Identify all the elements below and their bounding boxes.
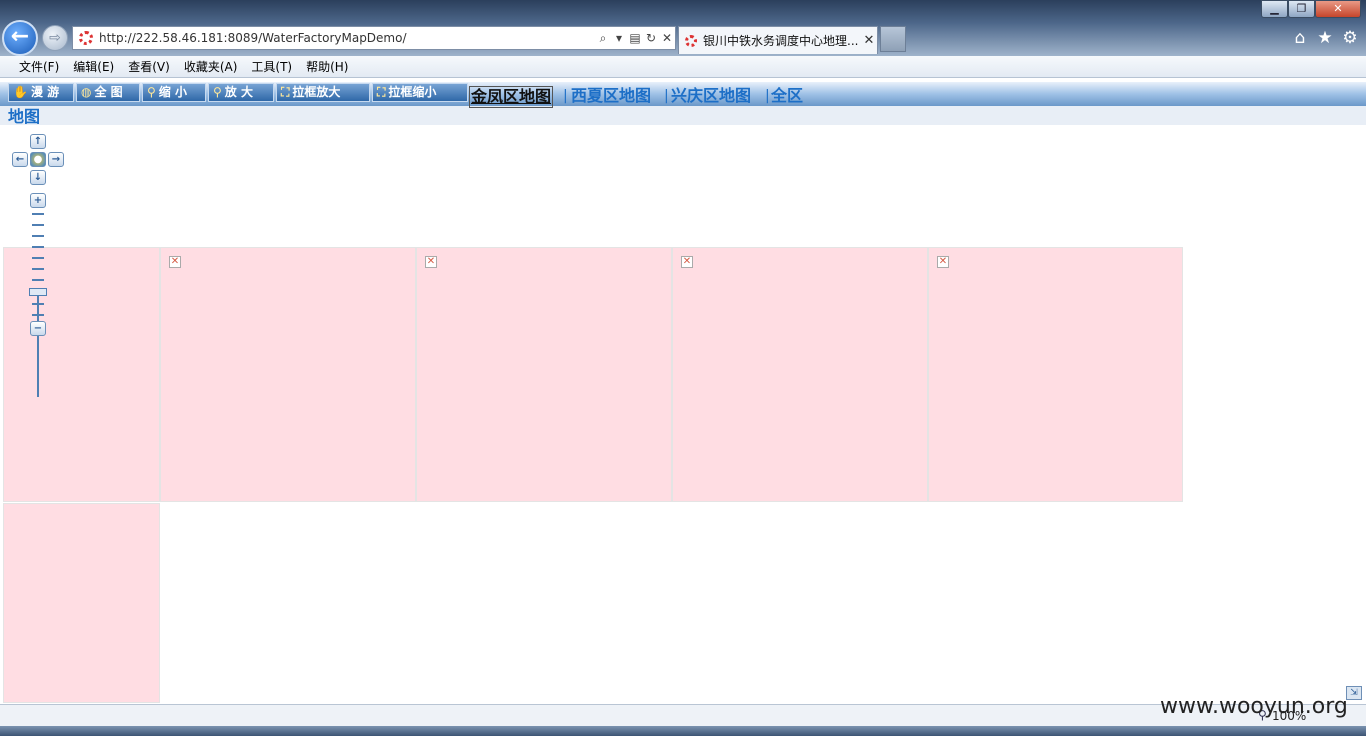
box-select-icon: ⛶ [377, 85, 386, 99]
window-maximize-button[interactable]: ❐ [1288, 0, 1315, 18]
browser-chrome: ▁ ❐ ✕ ← ⇨ http://222.58.46.181:8089/Wate… [0, 0, 1366, 56]
separator: | [664, 88, 669, 104]
map-tile: ✕ [672, 247, 928, 502]
magnifier-icon: ⚲ [213, 85, 222, 99]
magnifier-icon: ⚲ [147, 85, 156, 99]
zoom-slider-handle[interactable] [29, 288, 47, 296]
forward-button[interactable]: ⇨ [42, 25, 68, 51]
tab-active[interactable]: 银川中铁水务调度中心地理... ✕ [678, 26, 878, 54]
home-icon[interactable]: ⌂ [1290, 28, 1310, 48]
favorites-star-icon[interactable]: ★ [1315, 28, 1335, 48]
dropdown-icon[interactable]: ▾ [611, 31, 627, 45]
refresh-icon[interactable]: ↻ [643, 31, 659, 45]
taskbar [0, 726, 1366, 736]
zoom-bar[interactable] [37, 290, 39, 397]
map-tile: ✕ [928, 247, 1183, 502]
compat-view-icon[interactable]: ▤ [627, 31, 643, 45]
gear-icon[interactable]: ⚙ [1340, 28, 1360, 48]
separator: | [765, 88, 770, 104]
box-zoom-in-label: 拉框放大 [292, 85, 341, 99]
new-tab-button[interactable] [880, 26, 906, 52]
box-zoom-out-button[interactable]: ⛶ 拉框缩小 [372, 83, 468, 102]
menu-tools[interactable]: 工具(T) [244, 57, 299, 77]
menu-favorites[interactable]: 收藏夹(A) [177, 57, 245, 77]
zoom-out-button[interactable]: ⚲ 缩 小 [142, 83, 206, 102]
region-link-xixia[interactable]: 西夏区地图 [571, 84, 651, 108]
menu-bar: 文件(F) 编辑(E) 查看(V) 收藏夹(A) 工具(T) 帮助(H) [0, 56, 1366, 78]
menu-file[interactable]: 文件(F) [12, 57, 66, 77]
zoom-tick[interactable] [32, 224, 44, 226]
pan-label: 漫 游 [30, 85, 60, 99]
zoom-tick[interactable] [32, 246, 44, 248]
separator: | [563, 88, 568, 104]
region-link-xingqing[interactable]: 兴庆区地图 [671, 84, 751, 108]
window-close-button[interactable]: ✕ [1315, 0, 1361, 18]
zoom-in-label: 放 大 [224, 85, 253, 99]
box-zoom-in-button[interactable]: ⛶ 拉框放大 [276, 83, 370, 102]
toolbar-underline [0, 106, 1366, 125]
zoom-out-label: 缩 小 [158, 85, 187, 99]
zoom-minus-icon[interactable]: − [30, 321, 46, 336]
watermark: www.wooyun.org [1160, 694, 1348, 719]
pan-center-globe-icon[interactable]: ● [30, 152, 46, 167]
address-url[interactable]: http://222.58.46.181:8089/WaterFactoryMa… [99, 31, 595, 45]
zoom-plus-icon[interactable]: + [30, 193, 46, 208]
box-zoom-out-label: 拉框缩小 [388, 85, 437, 99]
broken-image-icon: ✕ [425, 256, 437, 268]
map-tile [3, 247, 160, 502]
full-extent-label: 全 图 [94, 85, 123, 99]
back-button[interactable]: ← [2, 20, 38, 56]
region-link-all[interactable]: 全区 [771, 84, 803, 108]
broken-image-icon: ✕ [169, 256, 181, 268]
zoom-in-button[interactable]: ⚲ 放 大 [208, 83, 274, 102]
search-icon[interactable]: ⌕ [595, 31, 611, 46]
map-tile: ✕ [160, 247, 416, 502]
zoom-tick[interactable] [32, 268, 44, 270]
map-tile [3, 503, 160, 703]
page-favicon-icon [79, 31, 93, 45]
region-link-jinfeng[interactable]: 金凤区地图 [469, 86, 554, 108]
hand-icon: ✋ [13, 85, 28, 99]
menu-view[interactable]: 查看(V) [121, 57, 177, 77]
zoom-tick[interactable] [32, 303, 44, 305]
broken-image-icon: ✕ [937, 256, 949, 268]
map-resize-icon[interactable]: ⇲ [1346, 686, 1362, 700]
pan-button[interactable]: ✋ 漫 游 [8, 83, 74, 102]
broken-image-icon: ✕ [681, 256, 693, 268]
window-minimize-button[interactable]: ▁ [1261, 0, 1288, 18]
stop-icon[interactable]: ✕ [659, 31, 675, 45]
menu-help[interactable]: 帮助(H) [299, 57, 355, 77]
zoom-tick[interactable] [32, 213, 44, 215]
pan-up-icon[interactable]: ↑ [30, 134, 46, 149]
pan-right-icon[interactable]: → [48, 152, 64, 167]
pan-down-icon[interactable]: ↓ [30, 170, 46, 185]
box-select-icon: ⛶ [281, 85, 290, 99]
map-tile: ✕ [416, 247, 672, 502]
pan-left-icon[interactable]: ← [12, 152, 28, 167]
globe-icon: ◍ [81, 85, 92, 99]
tab-title: 银川中铁水务调度中心地理... [703, 34, 859, 48]
zoom-tick[interactable] [32, 235, 44, 237]
zoom-tick[interactable] [32, 279, 44, 281]
region-link-all-continued[interactable]: 地图 [8, 105, 40, 129]
address-bar[interactable]: http://222.58.46.181:8089/WaterFactoryMa… [72, 26, 676, 50]
tab-close-icon[interactable]: ✕ [861, 33, 877, 48]
menu-edit[interactable]: 编辑(E) [66, 57, 121, 77]
zoom-tick[interactable] [32, 257, 44, 259]
page-content: ✋ 漫 游 ◍ 全 图 ⚲ 缩 小 ⚲ 放 大 ⛶ 拉框放大 ⛶ 拉框缩小 金凤… [0, 79, 1366, 703]
full-extent-button[interactable]: ◍ 全 图 [76, 83, 140, 102]
zoom-tick[interactable] [32, 314, 44, 316]
tab-favicon-icon [685, 34, 697, 47]
